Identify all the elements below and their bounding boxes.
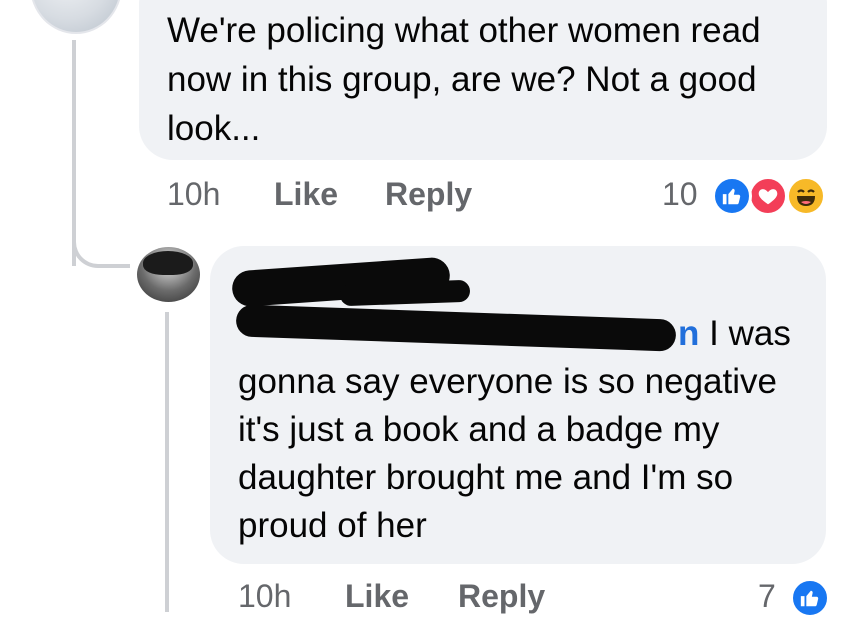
reply-button[interactable]: Reply [385,176,472,213]
reaction-count[interactable]: 10 [662,176,698,213]
thread-line [72,40,76,266]
love-icon[interactable] [748,176,788,216]
reply-text-first-line: I was [709,314,791,353]
like-button[interactable]: Like [345,578,409,615]
reply-button[interactable]: Reply [458,578,545,615]
thread-connector [72,236,130,268]
comment-text: We're policing what other women read now… [167,11,761,148]
avatar[interactable] [30,0,122,34]
reply-text-body: gonna say everyone is so negative it's j… [238,362,777,545]
thread-line-reply [165,312,169,612]
like-button[interactable]: Like [274,176,338,213]
redacted-author-name-scribble [339,279,471,307]
comment-timestamp[interactable]: 10h [167,176,220,213]
like-icon[interactable] [712,176,752,216]
avatar[interactable] [137,247,200,302]
haha-icon[interactable] [786,176,826,216]
reply-text: n I was gonna say everyone is so negativ… [238,310,808,550]
reaction-count[interactable]: 7 [758,578,776,615]
avatar-photo-detail [143,251,193,275]
like-icon[interactable] [790,578,830,618]
reply-timestamp[interactable]: 10h [238,578,291,615]
mention-link[interactable]: n [678,314,699,353]
